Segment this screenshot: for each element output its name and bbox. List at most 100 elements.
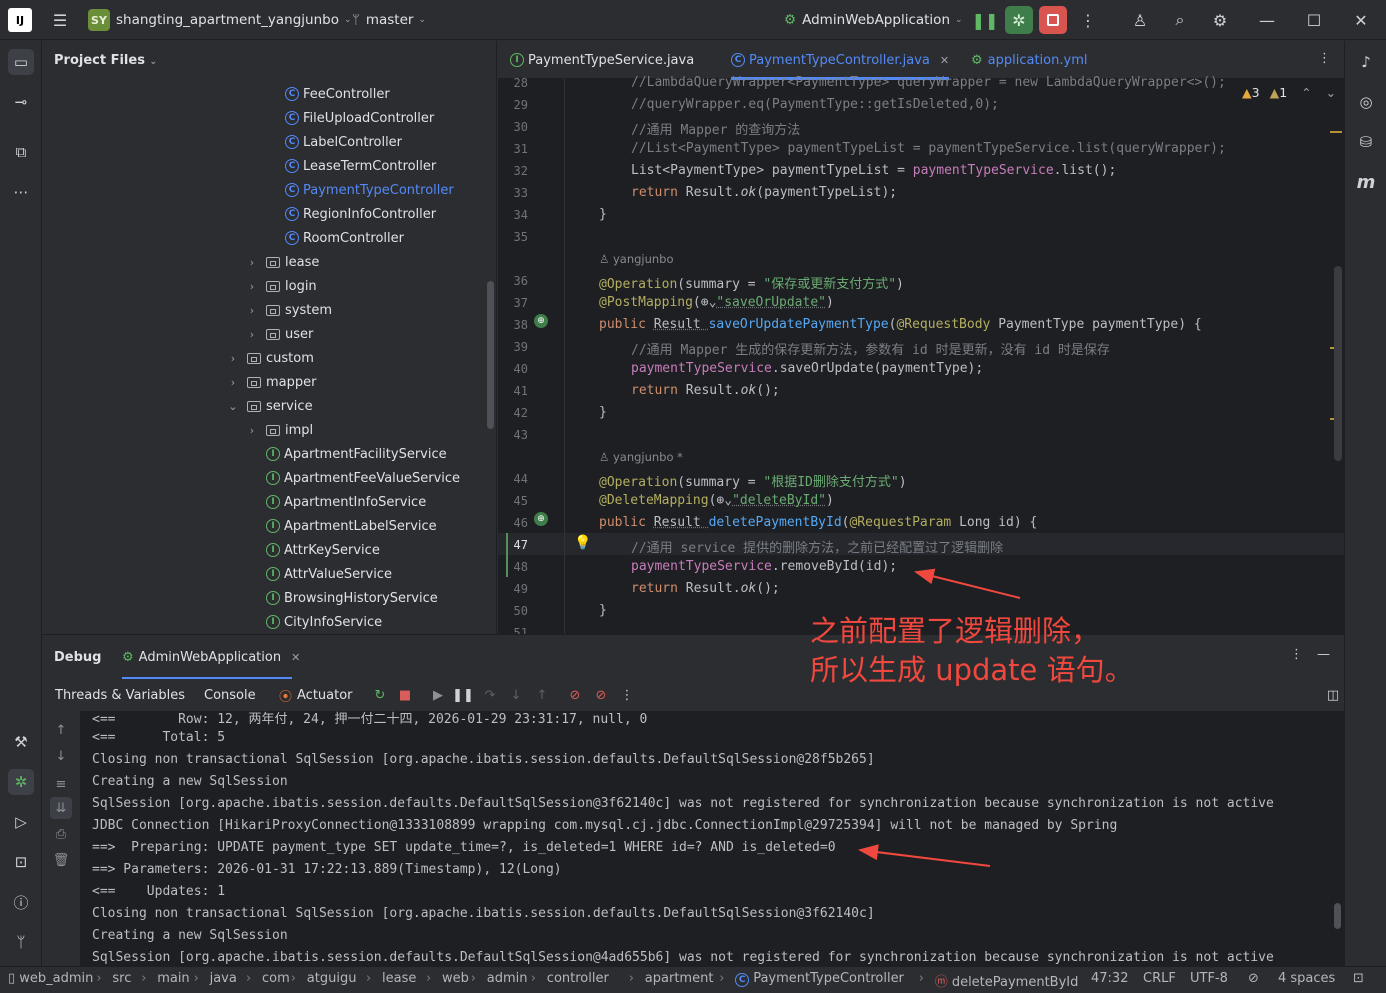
- scroll-to-end-icon[interactable]: ⇊: [50, 797, 72, 819]
- chevron-down-icon[interactable]: ⌄: [227, 400, 239, 413]
- scroll-down-icon[interactable]: ↓: [50, 745, 72, 767]
- author-hint[interactable]: ♙ yangjunbo *: [599, 450, 683, 464]
- line-number[interactable]: 31: [498, 142, 528, 156]
- branch-selector[interactable]: ᛘ master ⌄: [352, 0, 426, 40]
- resume-icon[interactable]: ▶: [428, 685, 448, 705]
- line-number[interactable]: 46: [498, 516, 528, 530]
- breadcrumb-item[interactable]: main: [157, 971, 189, 986]
- line-number[interactable]: 40: [498, 362, 528, 376]
- tree-item[interactable]: I AttrValueService: [266, 562, 392, 586]
- breadcrumb-item[interactable]: ⓜ deletePaymentById: [935, 971, 1079, 990]
- build-tool-icon[interactable]: ⚒: [8, 729, 34, 755]
- code-line-31[interactable]: //List<PaymentType> paymentTypeList = pa…: [631, 141, 1226, 156]
- code-line-28[interactable]: //LambdaQueryWrapper<PaymentType> queryW…: [631, 75, 1226, 90]
- line-number[interactable]: 35: [498, 230, 528, 244]
- line-number[interactable]: 28: [498, 76, 528, 90]
- indent-setting[interactable]: 4 spaces: [1278, 971, 1335, 986]
- tree-item[interactable]: I ApartmentLabelService: [266, 514, 437, 538]
- stop-icon[interactable]: ■: [395, 685, 415, 705]
- endpoint-gutter-icon[interactable]: ⊕: [534, 512, 548, 526]
- console-output[interactable]: <== Row: 12, 两年付, 24, 押一付二十四, 2026-01-29…: [80, 711, 1344, 967]
- code-line-48[interactable]: paymentTypeService.removeById(id);: [631, 559, 897, 574]
- line-number[interactable]: 45: [498, 494, 528, 508]
- debug-session-tab[interactable]: ⚙ AdminWebApplication ✕: [122, 635, 300, 679]
- line-number[interactable]: 39: [498, 340, 528, 354]
- console-line[interactable]: Creating a new SqlSession: [92, 774, 288, 789]
- breadcrumb-item[interactable]: controller: [547, 971, 609, 986]
- tree-item[interactable]: I ApartmentInfoService: [266, 490, 426, 514]
- notifications-icon[interactable]: ♪: [1353, 49, 1379, 75]
- layout-settings-icon[interactable]: ◫: [1323, 685, 1343, 705]
- soft-wrap-icon[interactable]: ≡: [50, 773, 72, 795]
- line-number[interactable]: 38: [498, 318, 528, 332]
- line-number[interactable]: 30: [498, 120, 528, 134]
- debug-toolbar-more-icon[interactable]: ⋮: [617, 685, 637, 705]
- code-line-44[interactable]: @Operation(summary = "根据ID删除支付方式"): [599, 471, 907, 490]
- code-line-49[interactable]: return Result.ok();: [631, 581, 780, 596]
- console-line[interactable]: ==> Preparing: UPDATE payment_type SET u…: [92, 840, 836, 855]
- step-into-icon[interactable]: ↓: [506, 685, 526, 705]
- code-line-37[interactable]: @PostMapping(⊕⌄"saveOrUpdate"): [599, 295, 834, 310]
- commit-tool-icon[interactable]: ⊸: [8, 89, 34, 115]
- project-tool-icon[interactable]: ▭: [8, 49, 34, 75]
- line-number[interactable]: 51: [498, 626, 528, 634]
- file-encoding[interactable]: UTF-8: [1190, 971, 1228, 986]
- line-number[interactable]: 48: [498, 560, 528, 574]
- breadcrumb-item[interactable]: ▯ web_admin: [8, 971, 93, 986]
- code-line-41[interactable]: return Result.ok();: [631, 383, 780, 398]
- console-line[interactable]: SqlSession [org.apache.ibatis.session.de…: [92, 796, 1274, 811]
- line-number[interactable]: 41: [498, 384, 528, 398]
- chevron-right-icon[interactable]: ›: [246, 256, 258, 269]
- line-number[interactable]: 29: [498, 98, 528, 112]
- code-line-29[interactable]: //queryWrapper.eq(PaymentType::getIsDele…: [631, 97, 999, 112]
- main-menu-icon[interactable]: ☰: [48, 8, 72, 32]
- console-line[interactable]: SqlSession [org.apache.ibatis.session.de…: [92, 950, 1274, 965]
- line-number[interactable]: 49: [498, 582, 528, 596]
- tab-application-yml[interactable]: ⚙ application.yml: [971, 41, 1087, 79]
- tree-item[interactable]: I ApartmentFacilityService: [266, 442, 447, 466]
- breadcrumb-item[interactable]: java: [210, 971, 237, 986]
- step-out-icon[interactable]: ↑: [532, 685, 552, 705]
- console-line[interactable]: Closing non transactional SqlSession [or…: [92, 906, 875, 921]
- chevron-right-icon[interactable]: ›: [246, 304, 258, 317]
- ai-assistant-icon[interactable]: ◎: [1353, 89, 1379, 115]
- line-number[interactable]: 34: [498, 208, 528, 222]
- debug-running-icon[interactable]: ✲: [1005, 6, 1033, 34]
- line-number[interactable]: 50: [498, 604, 528, 618]
- close-window-icon[interactable]: ✕: [1349, 8, 1373, 32]
- structure-tool-icon[interactable]: ⧉: [8, 139, 34, 165]
- console-line[interactable]: Creating a new SqlSession: [92, 928, 288, 943]
- tree-item[interactable]: I ApartmentFeeValueService: [266, 466, 460, 490]
- git-tool-icon[interactable]: ᛘ: [8, 929, 34, 955]
- breadcrumb-item[interactable]: atguigu: [307, 971, 357, 986]
- breadcrumb-item[interactable]: lease: [382, 971, 416, 986]
- project-selector[interactable]: SY shangting_apartment_yangjunbo ⌄: [88, 0, 352, 40]
- console-line[interactable]: <== Updates: 1: [92, 884, 225, 899]
- step-over-icon[interactable]: ↷: [480, 685, 500, 705]
- lock-icon[interactable]: ⊡: [1353, 971, 1364, 986]
- console-line[interactable]: JDBC Connection [HikariProxyConnection@1…: [92, 818, 1117, 833]
- breadcrumb-item[interactable]: admin: [487, 971, 528, 986]
- rerun-icon[interactable]: ↻: [370, 685, 390, 705]
- prev-problem-icon[interactable]: ⌃: [1301, 85, 1311, 100]
- tree-item[interactable]: › mapper: [231, 370, 317, 394]
- services-tool-icon[interactable]: ▷: [8, 809, 34, 835]
- code-line-33[interactable]: return Result.ok(paymentTypeList);: [631, 185, 897, 200]
- caret-position[interactable]: 47:32: [1091, 971, 1128, 986]
- tabs-more-icon[interactable]: ⋮: [1318, 51, 1331, 66]
- minimize-icon[interactable]: —: [1255, 8, 1279, 32]
- tree-item[interactable]: › user: [250, 322, 314, 346]
- line-number[interactable]: 47: [498, 538, 528, 552]
- debug-more-icon[interactable]: ⋮: [1290, 647, 1303, 662]
- lightbulb-icon[interactable]: 💡: [574, 535, 591, 551]
- project-panel-title[interactable]: Project Files ⌄: [54, 53, 157, 68]
- hide-panel-icon[interactable]: —: [1317, 647, 1330, 662]
- endpoint-gutter-icon[interactable]: ⊕: [534, 314, 548, 328]
- breadcrumb-item[interactable]: src: [112, 971, 131, 986]
- tree-item[interactable]: › impl: [250, 418, 313, 442]
- console-line[interactable]: Closing non transactional SqlSession [or…: [92, 752, 875, 767]
- view-breakpoints-icon[interactable]: ⊘: [565, 685, 585, 705]
- line-number[interactable]: 43: [498, 428, 528, 442]
- tree-item[interactable]: ⌄ service: [228, 394, 312, 418]
- breadcrumb-item[interactable]: com: [262, 971, 290, 986]
